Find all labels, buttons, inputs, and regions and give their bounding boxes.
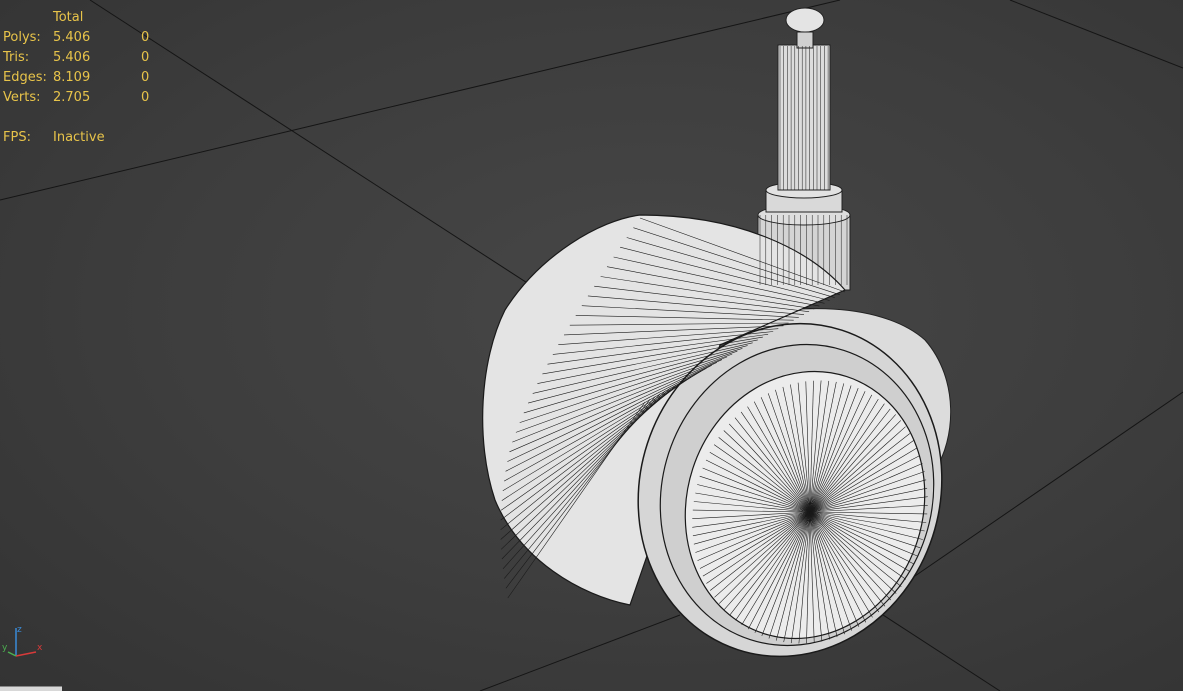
stats-header-row: Total	[3, 8, 161, 28]
viewport-statistics: Total Polys: 5.406 0 Tris: 5.406 0 Edges…	[3, 8, 161, 148]
perspective-viewport[interactable]: Total Polys: 5.406 0 Tris: 5.406 0 Edges…	[0, 0, 1183, 691]
fps-label: FPS:	[3, 130, 31, 145]
stats-selected: 0	[141, 50, 150, 65]
stats-selected: 0	[141, 90, 150, 105]
stats-total: 8.109	[53, 70, 91, 85]
stats-label: Edges:	[3, 70, 47, 85]
viewport-bottom-tab[interactable]	[0, 686, 62, 691]
fps-value: Inactive	[53, 130, 105, 145]
stats-label: Tris:	[3, 50, 30, 65]
stats-total: 5.406	[53, 50, 91, 65]
stats-total: 5.406	[53, 30, 91, 45]
stats-row-polys: Polys: 5.406 0	[3, 28, 161, 48]
stats-row-verts: Verts: 2.705 0	[3, 88, 161, 108]
caster-wheel-mesh[interactable]	[482, 7, 985, 691]
stats-selected: 0	[141, 70, 150, 85]
stats-label: Polys:	[3, 30, 41, 45]
axis-z-label: z	[17, 625, 22, 635]
stats-total: 2.705	[53, 90, 91, 105]
axis-tripod-icon: z x y	[2, 625, 43, 657]
stats-selected: 0	[141, 30, 150, 45]
scene-canvas[interactable]	[0, 0, 1183, 691]
stats-total-header: Total	[53, 10, 84, 25]
stats-row-fps: FPS: Inactive	[3, 128, 161, 148]
stats-row-edges: Edges: 8.109 0	[3, 68, 161, 88]
axis-x-label: x	[37, 643, 43, 653]
stats-label: Verts:	[3, 90, 41, 105]
axis-y-label: y	[2, 643, 8, 653]
stats-row-tris: Tris: 5.406 0	[3, 48, 161, 68]
